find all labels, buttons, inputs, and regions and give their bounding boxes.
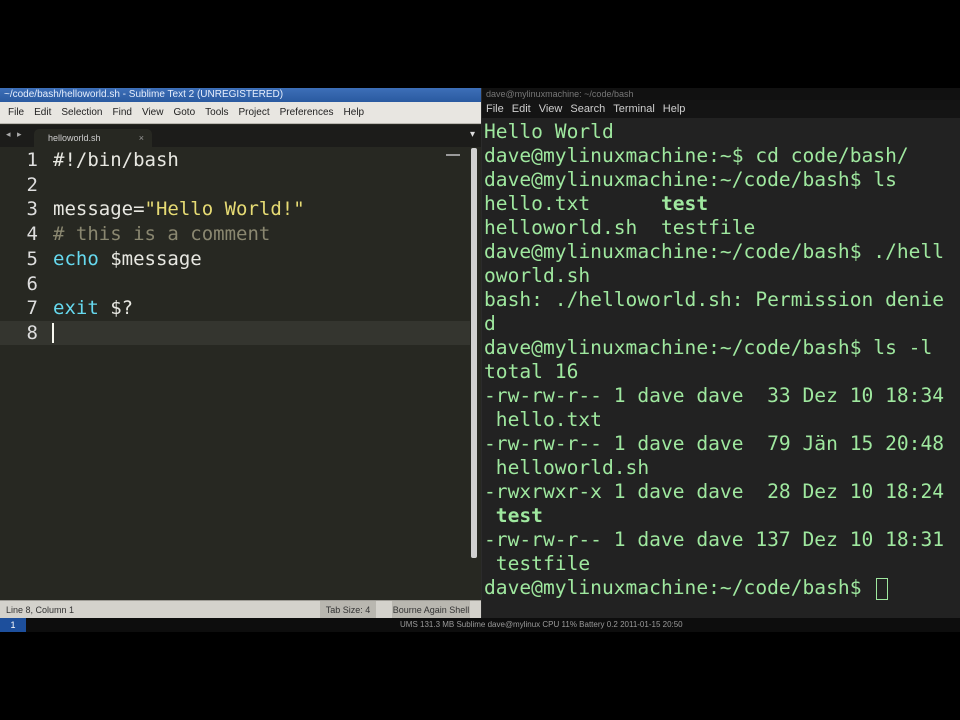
terminal-line: d xyxy=(484,312,496,335)
status-tab-size[interactable]: Tab Size: 4 xyxy=(320,601,376,619)
code-area[interactable]: 1 #!/bin/bash 2 3 message="Hello World!" 4 # t… xyxy=(0,148,470,598)
terminal-line: dave@mylinuxmachine:~/code/bash$ ls -l xyxy=(484,336,933,359)
term-menu-view[interactable]: View xyxy=(539,103,563,115)
tab-nav-arrows-icon[interactable]: ◂ ▸ xyxy=(6,129,24,140)
term-menu-help[interactable]: Help xyxy=(663,103,686,115)
code-line[interactable]: 8 xyxy=(0,320,470,345)
terminal-line: total 16 xyxy=(484,360,579,383)
code-token: $? xyxy=(98,297,134,320)
code-text: # this is a comment xyxy=(53,222,270,246)
line-number: 2 xyxy=(26,173,38,196)
code-line[interactable]: 3 message="Hello World!" xyxy=(0,197,470,221)
tab-helloworld[interactable]: helloworld.sh × xyxy=(34,129,152,147)
terminal-output[interactable]: Hello World dave@mylinuxmachine:~$ cd cod… xyxy=(484,120,960,600)
terminal-line: helloworld.sh testfile xyxy=(484,216,756,239)
terminal-line: -rw-rw-r-- 1 dave dave 79 Jän 15 20:48 xyxy=(484,432,945,455)
term-menu-terminal[interactable]: Terminal xyxy=(613,103,655,115)
editor-menu-bar: File Edit Selection Find View Goto Tools… xyxy=(0,102,481,124)
code-line[interactable]: 2 xyxy=(0,173,470,197)
menu-goto[interactable]: Goto xyxy=(173,107,195,118)
line-number: 3 xyxy=(26,198,38,221)
status-cursor-position: Line 8, Column 1 xyxy=(6,605,75,615)
menu-file[interactable]: File xyxy=(8,107,24,118)
menu-selection[interactable]: Selection xyxy=(61,107,102,118)
code-token: $message xyxy=(98,247,202,270)
code-line[interactable]: 5 echo $message xyxy=(0,247,470,271)
code-line[interactable]: 1 #!/bin/bash xyxy=(0,148,470,172)
menu-preferences[interactable]: Preferences xyxy=(280,107,334,118)
term-menu-edit[interactable]: Edit xyxy=(512,103,531,115)
menu-edit[interactable]: Edit xyxy=(34,107,51,118)
terminal-line: helloworld.sh xyxy=(484,456,650,479)
code-line[interactable]: 4 # this is a comment xyxy=(0,222,470,246)
editor-title-bar[interactable]: ~/code/bash/helloworld.sh - Sublime Text… xyxy=(0,88,481,102)
menu-view[interactable]: View xyxy=(142,107,164,118)
code-text: echo $message xyxy=(53,247,202,271)
terminal-line: -rwxrwxr-x 1 dave dave 28 Dez 10 18:24 xyxy=(484,480,945,503)
terminal-line: dave@mylinuxmachine:~/code/bash$ xyxy=(484,576,960,600)
terminal-cursor xyxy=(876,577,889,600)
terminal-line: dave@mylinuxmachine:~$ cd code/bash/ xyxy=(484,144,909,167)
line-number: 8 xyxy=(26,321,38,344)
menu-project[interactable]: Project xyxy=(239,107,270,118)
sublime-editor-window: ~/code/bash/helloworld.sh - Sublime Text… xyxy=(0,88,481,619)
terminal-line: dave@mylinuxmachine:~/code/bash$ ls xyxy=(484,168,897,191)
code-line[interactable]: 7 exit $? xyxy=(0,296,470,320)
terminal-menu-bar: File Edit View Search Terminal Help xyxy=(482,100,960,118)
menu-tools[interactable]: Tools xyxy=(205,107,228,118)
editor-scrollbar[interactable] xyxy=(471,148,477,558)
tab-dropdown-icon[interactable]: ▾ xyxy=(470,129,475,140)
code-text: #!/bin/bash xyxy=(53,148,179,172)
terminal-line: testfile xyxy=(484,552,591,575)
desktop-screen: ~/code/bash/helloworld.sh - Sublime Text… xyxy=(0,88,960,632)
menu-help[interactable]: Help xyxy=(344,107,365,118)
line-number: 4 xyxy=(26,223,38,246)
taskbar: 1 UMS 131.3 MB Sublime dave@mylinux CPU … xyxy=(0,618,960,632)
terminal-line: Hello World xyxy=(484,120,614,143)
term-menu-file[interactable]: File xyxy=(486,103,504,115)
terminal-window: dave@mylinuxmachine: ~/code/bash File Ed… xyxy=(482,88,960,618)
tab-label: helloworld.sh xyxy=(48,133,101,143)
line-number: 6 xyxy=(26,272,38,295)
code-token: message= xyxy=(53,198,145,221)
terminal-line: -rw-rw-r-- 1 dave dave 33 Dez 10 18:34 xyxy=(484,384,945,407)
terminal-line: dave@mylinuxmachine:~/code/bash$ ./hell xyxy=(484,240,945,263)
code-token: "Hello World!" xyxy=(144,198,305,221)
terminal-line: bash: ./helloworld.sh: Permission denie xyxy=(484,288,945,311)
code-token: echo xyxy=(53,247,99,270)
system-tray: UMS 131.3 MB Sublime dave@mylinux CPU 11… xyxy=(400,620,683,629)
line-number: 7 xyxy=(26,297,38,320)
line-number: 5 xyxy=(26,247,38,270)
code-text: message="Hello World!" xyxy=(53,197,305,221)
code-token: exit xyxy=(53,297,99,320)
code-text: exit $? xyxy=(53,296,133,320)
terminal-line: -rw-rw-r-- 1 dave dave 137 Dez 10 18:31 xyxy=(484,528,945,551)
terminal-line: test xyxy=(484,504,543,527)
terminal-title-bar[interactable]: dave@mylinuxmachine: ~/code/bash xyxy=(482,88,960,100)
text-caret xyxy=(52,322,54,343)
status-syntax[interactable]: Bourne Again Shell xyxy=(392,601,470,619)
tab-close-icon[interactable]: × xyxy=(139,129,144,147)
minimap[interactable] xyxy=(446,154,460,162)
code-token: #!/bin/bash xyxy=(53,149,179,171)
term-menu-search[interactable]: Search xyxy=(570,103,605,115)
terminal-line: oworld.sh xyxy=(484,264,591,287)
code-token: # this is a comment xyxy=(53,223,271,246)
editor-tab-bar: ◂ ▸ helloworld.sh × ▾ xyxy=(0,125,481,147)
code-line[interactable]: 6 xyxy=(0,272,470,296)
terminal-line: hello.txt xyxy=(484,408,602,431)
line-number: 1 xyxy=(26,149,38,171)
terminal-line: hello.txt test xyxy=(484,192,709,215)
editor-status-bar: Line 8, Column 1 Tab Size: 4 Bourne Agai… xyxy=(0,600,481,619)
workspace-button[interactable]: 1 xyxy=(0,618,26,632)
menu-find[interactable]: Find xyxy=(113,107,132,118)
